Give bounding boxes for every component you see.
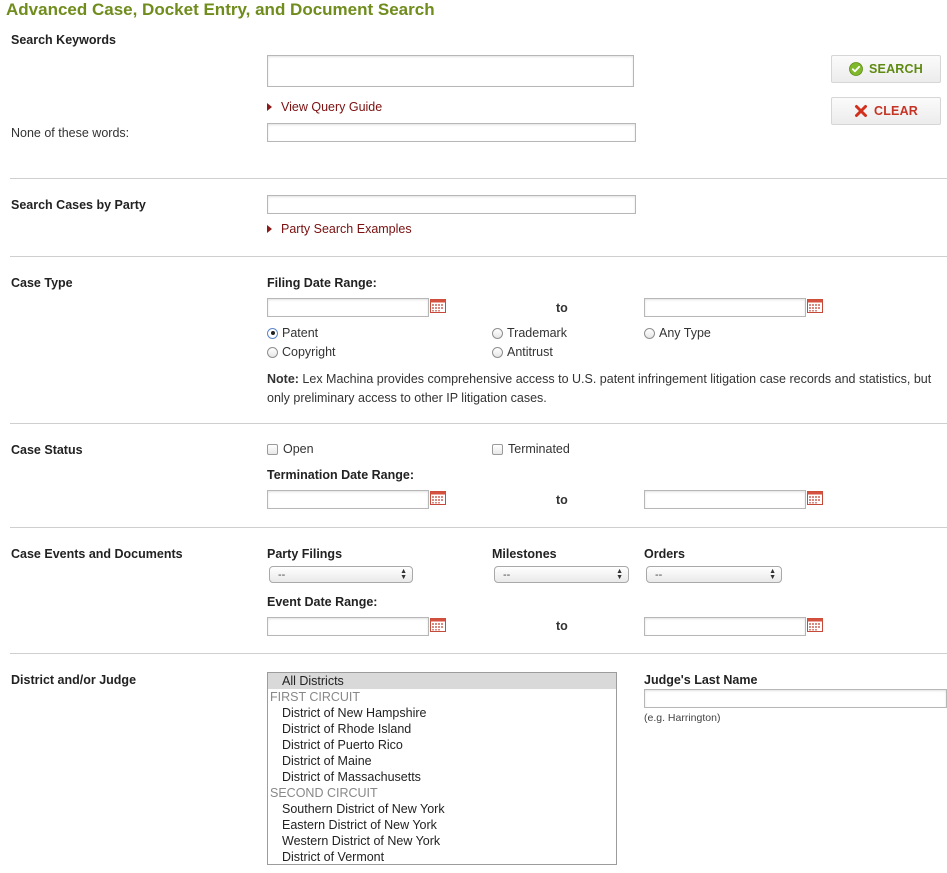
termination-date-range-label: Termination Date Range: [267,468,415,482]
radio-label: Patent [282,326,319,340]
case-type-patent-radio[interactable]: Patent [267,326,318,340]
case-type-antitrust-radio[interactable]: Antitrust [492,345,553,359]
checkbox-icon [492,443,503,455]
listbox-option[interactable]: District of Rhode Island [268,721,616,737]
judge-hint: (e.g. Harrington) [644,712,721,724]
district-judge-label: District and/or Judge [11,673,137,687]
clear-button-label: CLEAR [873,104,919,118]
calendar-icon[interactable] [430,491,446,505]
listbox-option[interactable]: All Districts [268,673,616,689]
to-label: to [556,301,568,315]
radio-checked-icon [267,327,278,339]
select-value: -- [655,568,663,581]
search-button[interactable]: SEARCH [831,55,941,83]
calendar-icon[interactable] [430,299,446,313]
radio-icon [644,327,655,339]
listbox-option[interactable]: District of Vermont [268,849,616,864]
select-value: -- [503,568,511,581]
event-date-from-input[interactable] [267,617,429,636]
filing-date-range-label: Filing Date Range: [267,276,377,290]
listbox-option[interactable]: District of Maine [268,753,616,769]
party-filings-label: Party Filings [267,547,343,561]
select-value: -- [278,568,286,581]
divider [10,527,947,528]
event-date-to-input[interactable] [644,617,806,636]
view-query-guide-label: View Query Guide [281,100,383,114]
district-listbox[interactable]: All Districts FIRST CIRCUIT District of Ne… [267,672,617,865]
divider [10,653,947,654]
status-open-checkbox[interactable]: Open [267,442,314,456]
orders-select[interactable]: -- ▲ ▼ [646,566,782,583]
divider [10,423,947,424]
divider [10,178,947,179]
case-status-label: Case Status [11,443,83,457]
search-button-label: SEARCH [869,62,923,76]
case-type-copyright-radio[interactable]: Copyright [267,345,336,359]
checkbox-label: Open [283,442,314,456]
calendar-icon[interactable] [807,491,823,505]
calendar-icon[interactable] [807,299,823,313]
filing-date-from-input[interactable] [267,298,429,317]
clear-button[interactable]: CLEAR [831,97,941,125]
listbox-group-label: FIRST CIRCUIT [270,690,361,704]
expand-triangle-icon [267,225,272,233]
case-type-trademark-radio[interactable]: Trademark [492,326,567,340]
event-date-range-label: Event Date Range: [267,595,378,609]
view-query-guide-link[interactable]: View Query Guide [267,100,382,114]
radio-label: Copyright [282,345,336,359]
select-arrows-icon: ▲ ▼ [400,567,407,581]
party-filings-select[interactable]: -- ▲ ▼ [269,566,413,583]
milestones-label: Milestones [492,547,557,561]
radio-icon [492,346,503,358]
radio-icon [267,346,278,358]
checkbox-icon [267,443,278,455]
party-search-examples-label: Party Search Examples [281,222,412,236]
milestones-select[interactable]: -- ▲ ▼ [494,566,629,583]
listbox-option[interactable]: District of Massachusetts [268,769,616,785]
listbox-option[interactable]: Eastern District of New York [268,817,616,833]
listbox-option[interactable]: District of Puerto Rico [268,737,616,753]
search-by-party-label: Search Cases by Party [11,198,146,212]
keywords-textarea[interactable] [267,55,634,87]
party-search-examples-link[interactable]: Party Search Examples [267,222,412,236]
listbox-option[interactable]: District of New Hampshire [268,705,616,721]
radio-label: Antitrust [507,345,553,359]
expand-triangle-icon [267,103,272,111]
radio-label: Any Type [659,326,711,340]
divider [10,256,947,257]
judge-last-name-input[interactable] [644,689,947,708]
orders-label: Orders [644,547,685,561]
note-bold: Note: [267,372,299,386]
filing-date-to-input[interactable] [644,298,806,317]
radio-label: Trademark [507,326,567,340]
case-type-any-radio[interactable]: Any Type [644,326,711,340]
termination-date-to-input[interactable] [644,490,806,509]
select-arrows-icon: ▲ ▼ [769,567,776,581]
case-type-note: Note: Lex Machina provides comprehensive… [267,370,947,408]
search-keywords-label: Search Keywords [11,33,116,47]
calendar-icon[interactable] [807,618,823,632]
page-title: Advanced Case, Docket Entry, and Documen… [6,0,435,19]
listbox-option[interactable]: Western District of New York [268,833,616,849]
checkbox-label: Terminated [508,442,570,456]
radio-icon [492,327,503,339]
x-icon [854,104,868,118]
to-label: to [556,493,568,507]
listbox-group-label: SECOND CIRCUIT [270,786,378,800]
select-arrows-icon: ▲ ▼ [616,567,623,581]
calendar-icon[interactable] [430,618,446,632]
to-label: to [556,619,568,633]
none-words-input[interactable] [267,123,636,142]
check-circle-icon [849,62,863,76]
party-input[interactable] [267,195,636,214]
termination-date-from-input[interactable] [267,490,429,509]
judge-last-name-label: Judge's Last Name [644,673,758,687]
listbox-option[interactable]: Southern District of New York [268,801,616,817]
status-terminated-checkbox[interactable]: Terminated [492,442,570,456]
case-events-label: Case Events and Documents [11,547,183,561]
none-words-label: None of these words: [11,126,130,140]
note-text: Lex Machina provides comprehensive acces… [267,372,932,405]
case-type-label: Case Type [11,276,73,290]
